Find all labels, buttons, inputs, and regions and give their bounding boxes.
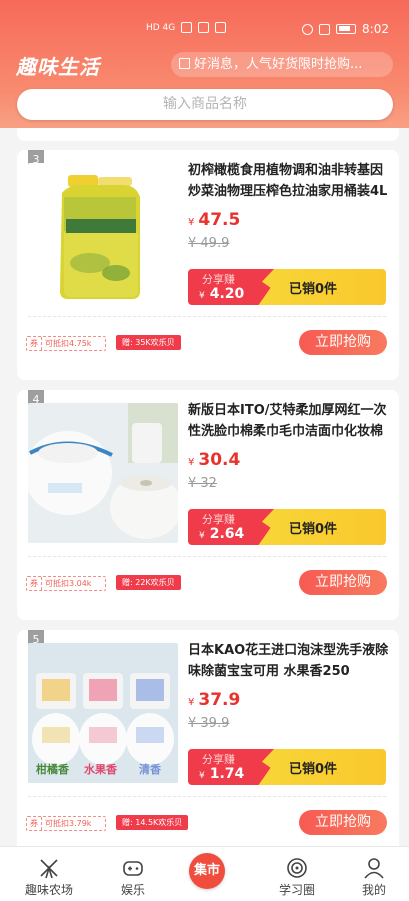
- share-amount: ¥4.20: [199, 286, 245, 302]
- notice-marquee[interactable]: 好消息，人气好货限时抢购...: [171, 52, 393, 77]
- network-indicator: HD 4G: [146, 22, 176, 33]
- clock: 8:02: [362, 22, 389, 36]
- tab-market[interactable]: 集市: [189, 853, 225, 889]
- sold-count: 已销0件: [289, 282, 338, 297]
- bottle-label-fresh: 清香: [139, 763, 161, 776]
- sold-count: 已销0件: [289, 522, 338, 537]
- share-amount: ¥1.74: [199, 766, 245, 782]
- notice-text: 好消息，人气好货限时抢购...: [194, 57, 363, 72]
- speaker-icon: [179, 58, 190, 69]
- original-price: ¥ 32: [188, 476, 217, 491]
- original-price: ¥ 49.9: [188, 236, 230, 251]
- original-price: ¥ 39.9: [188, 716, 230, 731]
- tab-entertainment[interactable]: 娱乐: [92, 847, 174, 901]
- product-card[interactable]: 3 初榨橄榄食用植物调和油非转基因炒菜油物理压榨色拉油家用桶装4L ¥47.5 …: [17, 150, 399, 380]
- buy-now-button[interactable]: 立即抢购: [299, 570, 387, 595]
- product-image[interactable]: [28, 163, 178, 303]
- divider: [28, 556, 386, 557]
- coupon-tag: 券可抵扣4.75k: [26, 336, 106, 351]
- face-towel-icon: [28, 403, 178, 543]
- bottle-label-citrus: 柑橘香: [36, 763, 69, 776]
- product-card[interactable]: 4 新版日本ITO/艾特柔加厚网红一次性洗脸巾棉柔巾毛巾洁面巾化妆棉 ¥30.4…: [17, 390, 399, 620]
- gift-badge: 赠: 35K欢乐贝: [116, 335, 181, 350]
- notification-icon: [198, 22, 210, 33]
- app-header: HD 4G 8:02 趣味生活 好消息，人气好货限时抢购... 输入商品名称: [0, 0, 409, 128]
- coupon-tag: 券可抵扣3.79k: [26, 816, 106, 831]
- battery-icon: [336, 24, 357, 34]
- product-list[interactable]: 3 初榨橄榄食用植物调和油非转基因炒菜油物理压榨色拉油家用桶装4L ¥47.5 …: [0, 128, 409, 846]
- buy-now-button[interactable]: 立即抢购: [299, 330, 387, 355]
- app-title: 趣味生活: [16, 55, 100, 79]
- current-price: ¥47.5: [188, 210, 241, 230]
- current-price: ¥37.9: [188, 690, 241, 710]
- product-image[interactable]: 柑橘香 水果香 清香: [28, 643, 178, 783]
- share-label: 分享赚: [202, 513, 235, 526]
- product-title[interactable]: 新版日本ITO/艾特柔加厚网红一次性洗脸巾棉柔巾毛巾洁面巾化妆棉: [188, 400, 390, 442]
- bluetooth-icon: [319, 23, 331, 35]
- tab-study-circle[interactable]: 学习圈: [256, 847, 338, 901]
- product-title[interactable]: 初榨橄榄食用植物调和油非转基因炒菜油物理压榨色拉油家用桶装4L: [188, 160, 390, 202]
- tab-farm[interactable]: 趣味农场: [8, 847, 90, 901]
- sold-count: 已销0件: [289, 762, 338, 777]
- divider: [28, 316, 386, 317]
- share-label: 分享赚: [202, 273, 235, 286]
- gift-badge: 赠: 22K欢乐贝: [116, 575, 181, 590]
- current-price: ¥30.4: [188, 450, 241, 470]
- share-earn-bar[interactable]: 分享赚 ¥4.20 已销0件: [188, 269, 386, 305]
- divider: [28, 796, 386, 797]
- status-bar: HD 4G 8:02: [0, 16, 409, 42]
- search-input[interactable]: 输入商品名称: [17, 89, 393, 120]
- bottle-label-fruit: 水果香: [84, 763, 117, 776]
- product-title[interactable]: 日本KAO花王进口泡沫型洗手液除味除菌宝宝可用 水果香250: [188, 640, 390, 682]
- previous-card-edge: [17, 128, 399, 141]
- user-icon: [364, 858, 384, 879]
- coupon-tag: 券可抵扣3.04k: [26, 576, 106, 591]
- wifi-icon: [181, 22, 193, 33]
- gamepad-icon: [123, 861, 143, 876]
- olive-oil-bottle-icon: [60, 175, 140, 299]
- message-icon: [215, 22, 227, 33]
- share-earn-bar[interactable]: 分享赚 ¥1.74 已销0件: [188, 749, 386, 785]
- tab-mine[interactable]: 我的: [333, 847, 409, 901]
- product-card[interactable]: 5 柑橘香 水果香 清香 日本KAO花王进口泡沫型洗手液除味除菌宝宝可用 水果香…: [17, 630, 399, 846]
- target-icon: [287, 858, 307, 878]
- windmill-icon: [40, 859, 58, 879]
- gift-badge: 赠: 14.5K欢乐贝: [116, 815, 189, 830]
- product-image[interactable]: [28, 403, 178, 543]
- buy-now-button[interactable]: 立即抢购: [299, 810, 387, 835]
- alarm-icon: [302, 23, 314, 35]
- bottom-tab-bar: 趣味农场 娱乐 集市 学习圈 我的: [0, 846, 409, 901]
- share-amount: ¥2.64: [199, 526, 245, 542]
- share-earn-bar[interactable]: 分享赚 ¥2.64 已销0件: [188, 509, 386, 545]
- share-label: 分享赚: [202, 753, 235, 766]
